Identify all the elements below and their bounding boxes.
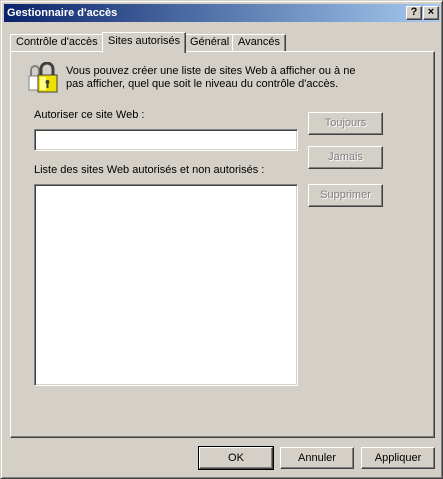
tab-general[interactable]: Général <box>184 34 236 52</box>
padlock-icon <box>28 62 58 93</box>
access-manager-dialog: Gestionnaire d'accès ? × Contrôle d'accè… <box>0 0 443 479</box>
tab-advanced[interactable]: Avancés <box>232 34 286 52</box>
delete-button[interactable]: Supprimer <box>308 184 383 207</box>
tab-allowed-sites[interactable]: Sites autorisés <box>102 32 187 53</box>
always-button[interactable]: Toujours <box>308 112 383 135</box>
apply-button[interactable]: Appliquer <box>361 447 435 469</box>
tab-access-control[interactable]: Contrôle d'accès <box>10 34 104 52</box>
help-icon: ? <box>410 6 418 18</box>
never-button[interactable]: Jamais <box>308 146 383 169</box>
allow-site-input[interactable] <box>34 129 298 151</box>
help-button[interactable]: ? <box>406 6 422 20</box>
allowed-sites-panel: Vous pouvez créer une liste de sites Web… <box>10 51 435 438</box>
close-icon: × <box>427 6 435 18</box>
intro-text: Vous pouvez créer une liste de sites Web… <box>66 65 356 90</box>
cancel-button[interactable]: Annuler <box>280 447 354 469</box>
ok-button[interactable]: OK <box>198 446 274 470</box>
window-title: Gestionnaire d'accès <box>7 7 118 19</box>
site-list-box[interactable] <box>34 184 298 386</box>
allow-site-label: Autoriser ce site Web : <box>34 109 145 121</box>
site-list-label: Liste des sites Web autorisés et non aut… <box>34 164 265 176</box>
title-bar[interactable]: Gestionnaire d'accès ? × <box>4 4 440 22</box>
close-button[interactable]: × <box>423 6 439 20</box>
